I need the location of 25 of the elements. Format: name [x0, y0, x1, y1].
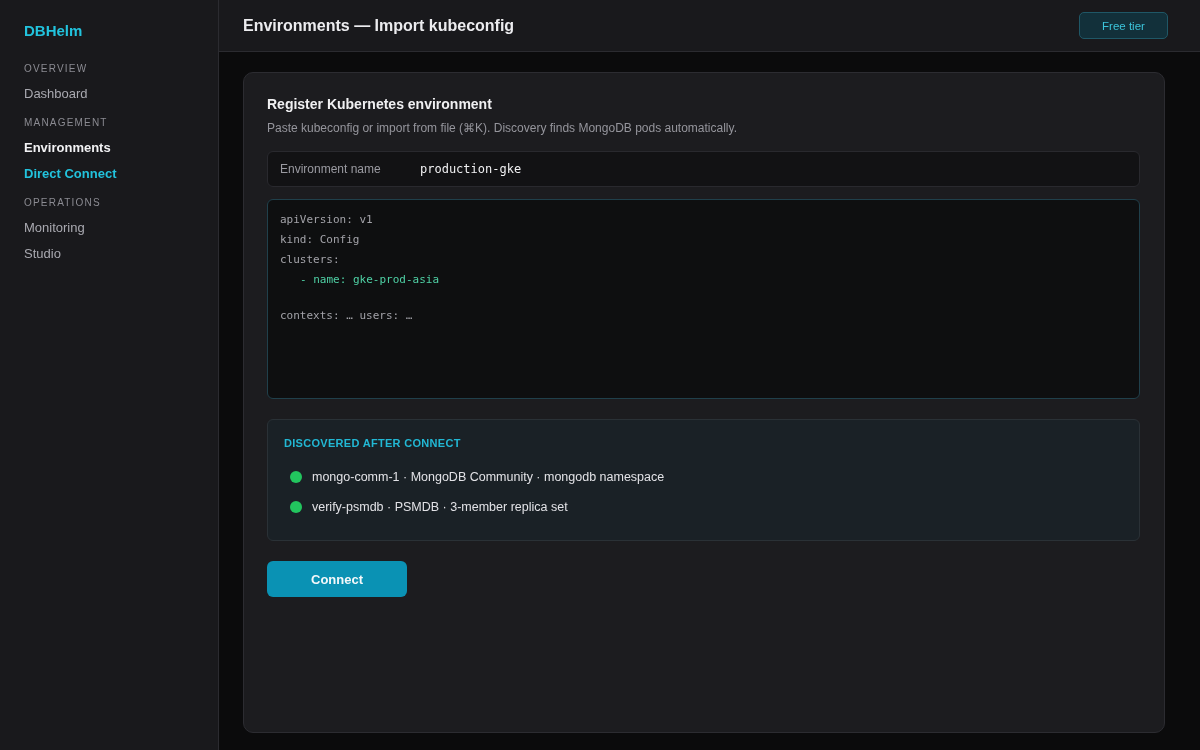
card-title: Register Kubernetes environment — [267, 95, 493, 113]
section-label: OVERVIEW — [24, 63, 88, 75]
nav-item[interactable]: Dashboard — [24, 81, 88, 107]
nav-item[interactable]: Environments — [24, 135, 111, 161]
environment-name-field[interactable]: Environment name production-gke — [267, 151, 1140, 187]
code-line: clusters: — [280, 252, 340, 268]
nav-item[interactable]: Studio — [24, 241, 61, 267]
section-label: MANAGEMENT — [24, 117, 108, 129]
nav-item[interactable]: Direct Connect — [24, 161, 117, 187]
page-title: Environments — Import kubeconfig — [243, 16, 515, 35]
panel-heading: DISCOVERED AFTER CONNECT — [284, 436, 461, 450]
code-line: - name: gke-prod-asia — [299, 272, 440, 288]
app-logo: DBHelm — [24, 22, 84, 40]
discovered-item: mongo-comm-1 · MongoDB Community · mongodb namespace — [312, 470, 665, 484]
code-line: kind: Config — [280, 232, 360, 248]
code-line: apiVersion: v1 — [280, 212, 373, 228]
nav-item[interactable]: Monitoring — [24, 215, 85, 241]
discovered-item: verify-psmdb · PSMDB · 3-member replica set — [312, 500, 568, 514]
card-description: Paste kubeconfig or import from file (⌘K). Discovery finds MongoDB pods automatically. — [267, 120, 738, 136]
section-label: OPERATIONS — [24, 197, 101, 209]
field-label: Environment name — [280, 162, 382, 176]
plan-button[interactable]: Free tier — [1079, 12, 1168, 39]
code-line: contexts: … users: … — [280, 308, 413, 324]
kubeconfig-editor[interactable]: apiVersion: v1 kind: Config clusters: - name: gke-prod-asia contexts: … users: … — [267, 199, 1140, 399]
field-value: production-gke — [420, 162, 522, 176]
